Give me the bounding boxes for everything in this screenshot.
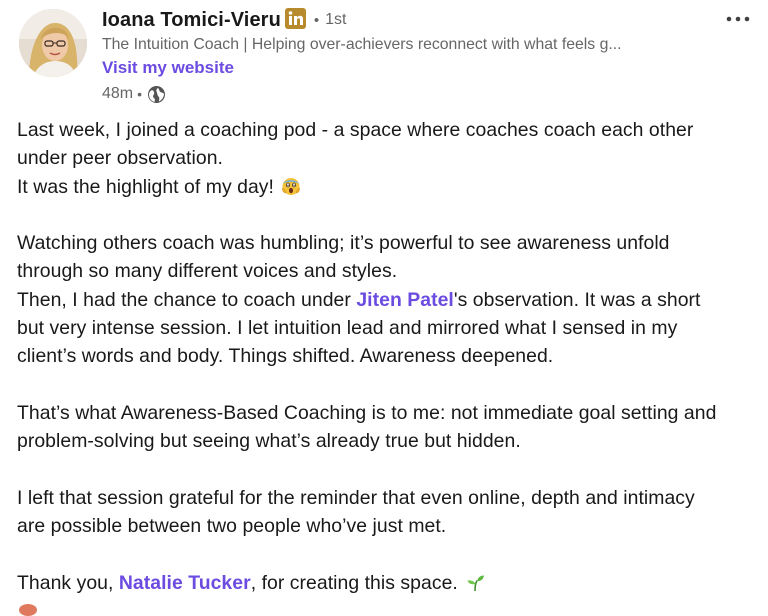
post-line: Then, I had the chance to coach under Ji…: [17, 286, 765, 314]
post-header: Ioana Tomici-Vieru • 1st The Intuition C…: [102, 4, 712, 107]
reaction-icon: [19, 604, 37, 616]
post-line: That’s what Awareness-Based Coaching is …: [17, 401, 717, 424]
meta-separator: •: [137, 86, 143, 102]
visit-website-link[interactable]: Visit my website: [102, 56, 234, 80]
linkedin-icon: [284, 8, 306, 29]
feed-post: Ioana Tomici-Vieru • 1st The Intuition C…: [0, 0, 768, 616]
author-headline: The Intuition Coach | Helping over-achie…: [102, 36, 622, 53]
connection-degree: 1st: [325, 11, 347, 28]
post-line: problem-solving but seeing what’s alread…: [17, 430, 521, 453]
post-line: I left that session grateful for the rem…: [17, 486, 695, 509]
scream-emoji-icon: [281, 176, 301, 196]
post-line: but very intense session. I let intuitio…: [17, 317, 678, 340]
post-line: are possible between two people who’ve j…: [17, 515, 447, 538]
globe-icon: [147, 85, 166, 104]
post-body: Last week, I joined a coaching pod - a s…: [17, 116, 765, 597]
post-timestamp: 48m: [102, 85, 134, 102]
post-line: through so many different voices and sty…: [17, 260, 398, 283]
post-line: Watching others coach was humbling; it’s…: [17, 232, 670, 255]
post-line: It was the highlight of my day!: [17, 173, 765, 201]
author-name[interactable]: Ioana Tomici-Vieru: [102, 9, 281, 32]
post-line: Thank you, Natalie Tucker, for creating …: [17, 569, 765, 597]
post-line: under peer observation.: [17, 147, 223, 170]
post-text: Then, I had the chance to coach under: [17, 288, 357, 311]
post-line: Last week, I joined a coaching pod - a s…: [17, 119, 694, 141]
post-text: , for creating this space.: [250, 571, 464, 594]
more-options-button[interactable]: [722, 8, 754, 30]
post-text: Thank you,: [17, 571, 119, 594]
avatar-photo: [19, 9, 87, 77]
degree-separator: •: [313, 11, 320, 29]
post-line: client’s words and body. Things shifted.…: [17, 345, 554, 368]
post-meta: 48m •: [102, 81, 712, 107]
author-avatar[interactable]: [19, 9, 87, 77]
mention-jiten-patel[interactable]: Jiten Patel: [356, 289, 454, 311]
author-name-row: Ioana Tomici-Vieru • 1st: [102, 4, 712, 36]
post-text: 's observation. It was a short: [453, 288, 701, 311]
more-horizontal-icon: [726, 16, 750, 22]
seedling-emoji-icon: [465, 572, 485, 592]
mention-natalie-tucker[interactable]: Natalie Tucker: [119, 572, 251, 594]
post-text: It was the highlight of my day!: [17, 175, 280, 198]
